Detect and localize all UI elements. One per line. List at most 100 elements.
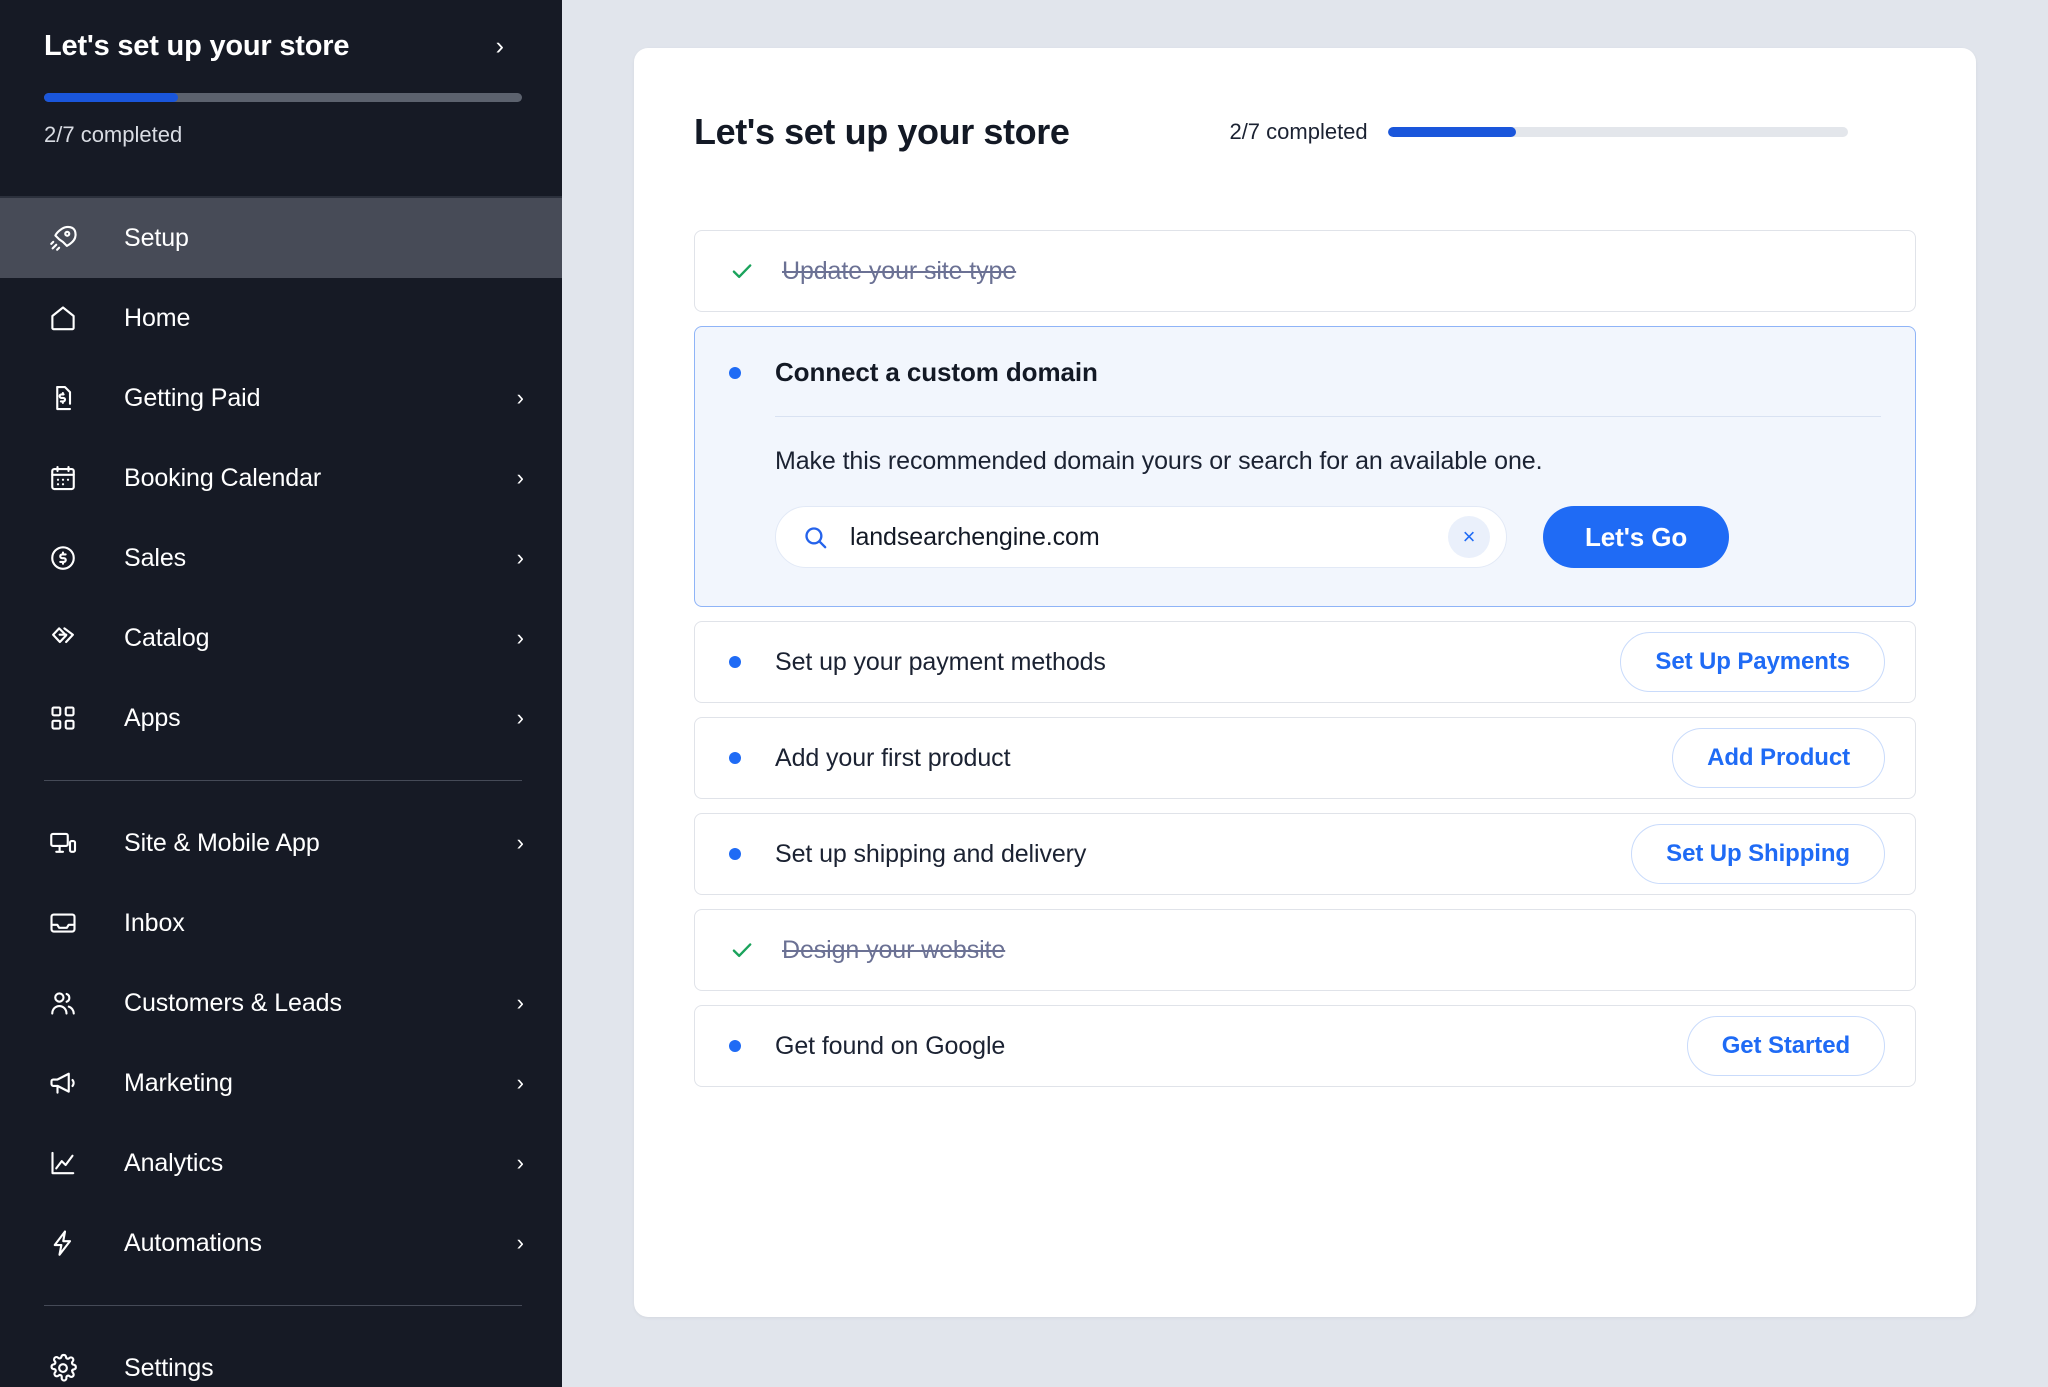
inbox-icon <box>44 904 82 942</box>
sidebar-item-label: Sales <box>124 543 187 572</box>
sidebar-item-customers-leads[interactable]: Customers & Leads › <box>0 963 562 1043</box>
bolt-icon <box>44 1224 82 1262</box>
chevron-right-icon[interactable]: › <box>517 547 524 569</box>
chevron-right-icon[interactable]: › <box>496 34 504 59</box>
sidebar: Let's set up your store › 2/7 completed … <box>0 0 562 1387</box>
task-header: Connect a custom domain <box>729 357 1881 388</box>
domain-search-input[interactable] <box>850 522 1448 552</box>
sidebar-progress-fill <box>44 93 178 102</box>
sidebar-setup-header[interactable]: Let's set up your store › 2/7 completed <box>0 0 562 196</box>
house-icon <box>44 299 82 337</box>
task-row: Set up shipping and delivery Set Up Shipp… <box>694 813 1916 895</box>
sidebar-item-label: Marketing <box>124 1068 233 1097</box>
megaphone-icon <box>44 1064 82 1102</box>
sidebar-item-marketing[interactable]: Marketing › <box>0 1043 562 1123</box>
task-action-button[interactable]: Get Started <box>1686 1016 1885 1076</box>
task-label: Connect a custom domain <box>775 357 1098 387</box>
sidebar-item-settings[interactable]: Settings› <box>0 1328 562 1387</box>
chevron-right-icon[interactable]: › <box>517 1232 524 1254</box>
clear-search-button[interactable]: × <box>1448 516 1490 558</box>
domain-search-row: × Let's Go <box>775 506 1881 568</box>
check-icon <box>729 258 755 284</box>
bullet-icon <box>729 656 741 668</box>
task-label: Set up your payment methods <box>775 647 1106 676</box>
task-label: Update your site type <box>782 256 1017 285</box>
task-row: Add your first product Add Product <box>694 717 1916 799</box>
sidebar-group-divider <box>44 1305 522 1306</box>
bullet-icon <box>729 1040 741 1052</box>
task-row: Set up your payment methods Set Up Paymen… <box>694 621 1916 703</box>
people-icon <box>44 984 82 1022</box>
task-description: Make this recommended domain yours or se… <box>775 447 1543 475</box>
task-action-button[interactable]: Add Product <box>1672 728 1885 788</box>
sidebar-item-label: Setup <box>124 223 189 252</box>
sidebar-item-automations[interactable]: Automations › <box>0 1203 562 1283</box>
dollar-circle-icon <box>44 539 82 577</box>
task-row: Design your website <box>694 909 1916 991</box>
sidebar-setup-header-top: Let's set up your store › <box>44 30 518 63</box>
chevron-right-icon[interactable]: › <box>517 992 524 1014</box>
sidebar-group-divider <box>44 780 522 781</box>
task-list: Update your site type Connect a custom do… <box>694 230 1916 1087</box>
sidebar-item-booking-calendar[interactable]: Booking Calendar › <box>0 438 562 518</box>
sidebar-item-label: Getting Paid <box>124 383 261 412</box>
sidebar-progress-bar <box>44 93 522 102</box>
chevron-right-icon[interactable]: › <box>517 1152 524 1174</box>
sidebar-item-apps[interactable]: Apps › <box>0 678 562 758</box>
task-action-button[interactable]: Set Up Shipping <box>1631 824 1885 884</box>
task-row: Get found on Google Get Started <box>694 1005 1916 1087</box>
task-action-button[interactable]: Set Up Payments <box>1620 632 1885 692</box>
sidebar-item-label: Apps <box>124 703 181 732</box>
setup-progress-fill <box>1387 127 1517 137</box>
main-content: Let's set up your store 2/7 completed Up… <box>562 0 2048 1387</box>
sidebar-item-label: Settings <box>124 1353 214 1382</box>
sidebar-item-setup[interactable]: Setup› <box>0 198 562 278</box>
sidebar-item-site-mobile-app[interactable]: Site & Mobile App › <box>0 803 562 883</box>
sidebar-item-catalog[interactable]: Catalog › <box>0 598 562 678</box>
sidebar-item-label: Customers & Leads <box>124 988 342 1017</box>
sidebar-item-sales[interactable]: Sales › <box>0 518 562 598</box>
task-card-divider <box>775 416 1881 417</box>
rocket-icon <box>44 219 82 257</box>
sidebar-item-label: Analytics <box>124 1148 224 1177</box>
chevron-right-icon[interactable]: › <box>517 707 524 729</box>
sidebar-item-analytics[interactable]: Analytics › <box>0 1123 562 1203</box>
sidebar-item-label: Catalog <box>124 623 210 652</box>
sidebar-nav: Setup›Home›Getting Paid›Booking Calendar… <box>0 198 562 1387</box>
chevron-right-icon[interactable]: › <box>517 832 524 854</box>
sidebar-item-home[interactable]: Home› <box>0 278 562 358</box>
chevron-right-icon[interactable]: › <box>517 467 524 489</box>
bullet-icon <box>729 848 741 860</box>
bullet-icon <box>729 752 741 764</box>
task-label: Set up shipping and delivery <box>775 839 1087 868</box>
setup-progress-label: 2/7 completed <box>1229 119 1368 144</box>
search-icon <box>802 523 830 551</box>
chevron-right-icon[interactable]: › <box>517 627 524 649</box>
chevron-right-icon[interactable]: › <box>517 1072 524 1094</box>
chevron-right-icon[interactable]: › <box>517 387 524 409</box>
sidebar-item-label: Inbox <box>124 908 185 937</box>
sidebar-item-label: Site & Mobile App <box>124 828 320 857</box>
setup-progress-group: 2/7 completed <box>1229 119 1916 145</box>
setup-progress-bar <box>1387 127 1848 137</box>
task-label: Get found on Google <box>775 1031 1006 1060</box>
sidebar-progress-label: 2/7 completed <box>44 122 183 147</box>
lets-go-button[interactable]: Let's Go <box>1543 506 1730 568</box>
domain-search-box[interactable]: × <box>775 506 1507 568</box>
sidebar-item-label: Automations <box>124 1228 262 1257</box>
sidebar-item-label: Booking Calendar <box>124 463 322 492</box>
setup-card-header: Let's set up your store 2/7 completed <box>694 104 1916 160</box>
invoice-icon <box>44 379 82 417</box>
task-label: Add your first product <box>775 743 1011 772</box>
bullet-icon <box>729 366 741 379</box>
task-card-connect-domain: Connect a custom domain Make this recomme… <box>694 326 1916 607</box>
calendar-icon <box>44 459 82 497</box>
check-icon <box>729 937 755 963</box>
apps-grid-icon <box>44 699 82 737</box>
sidebar-setup-title: Let's set up your store <box>44 30 350 62</box>
sidebar-item-getting-paid[interactable]: Getting Paid › <box>0 358 562 438</box>
setup-card: Let's set up your store 2/7 completed Up… <box>634 48 1976 1317</box>
devices-icon <box>44 824 82 862</box>
catalog-icon <box>44 619 82 657</box>
sidebar-item-inbox[interactable]: Inbox› <box>0 883 562 963</box>
